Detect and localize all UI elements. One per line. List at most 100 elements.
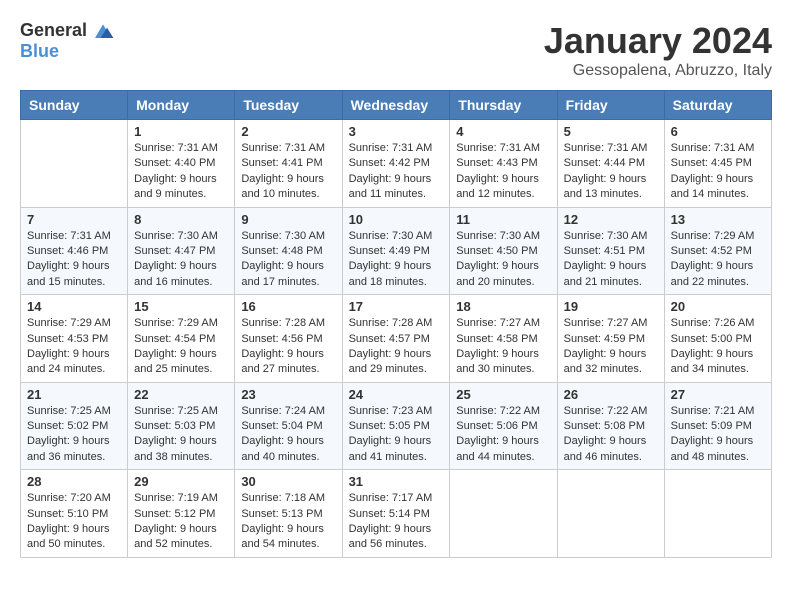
day-number: 28 (27, 474, 121, 489)
day-number: 16 (241, 299, 335, 314)
day-number: 4 (456, 124, 550, 139)
day-info: Sunrise: 7:30 AMSunset: 4:49 PMDaylight:… (349, 229, 444, 291)
day-number: 5 (564, 124, 658, 139)
day-info: Sunrise: 7:31 AMSunset: 4:44 PMDaylight:… (564, 141, 658, 203)
day-info: Sunrise: 7:30 AMSunset: 4:48 PMDaylight:… (241, 229, 335, 291)
calendar-cell-w2-d7: 13 Sunrise: 7:29 AMSunset: 4:52 PMDayligh… (664, 207, 771, 295)
day-info: Sunrise: 7:19 AMSunset: 5:12 PMDaylight:… (134, 491, 228, 553)
day-info: Sunrise: 7:17 AMSunset: 5:14 PMDaylight:… (349, 491, 444, 553)
day-number: 7 (27, 212, 121, 227)
day-info: Sunrise: 7:30 AMSunset: 4:50 PMDaylight:… (456, 229, 550, 291)
day-info: Sunrise: 7:24 AMSunset: 5:04 PMDaylight:… (241, 404, 335, 466)
day-info: Sunrise: 7:25 AMSunset: 5:03 PMDaylight:… (134, 404, 228, 466)
day-number: 19 (564, 299, 658, 314)
calendar-week-2: 7Sunrise: 7:31 AMSunset: 4:46 PMDaylight… (21, 207, 772, 295)
header-wednesday: Wednesday (342, 91, 450, 120)
page-header: General Blue January 2024 Gessopalena, A… (20, 20, 772, 80)
day-number: 18 (456, 299, 550, 314)
calendar-cell-w2-d1: 7Sunrise: 7:31 AMSunset: 4:46 PMDaylight… (21, 207, 128, 295)
title-area: January 2024 Gessopalena, Abruzzo, Italy (544, 20, 772, 80)
header-saturday: Saturday (664, 91, 771, 120)
day-number: 6 (671, 124, 765, 139)
day-info: Sunrise: 7:30 AMSunset: 4:47 PMDaylight:… (134, 229, 228, 291)
day-number: 31 (349, 474, 444, 489)
day-number: 13 (671, 212, 765, 227)
day-info: Sunrise: 7:31 AMSunset: 4:40 PMDaylight:… (134, 141, 228, 203)
day-number: 24 (349, 387, 444, 402)
day-info: Sunrise: 7:21 AMSunset: 5:09 PMDaylight:… (671, 404, 765, 466)
calendar-cell-w1-d4: 3 Sunrise: 7:31 AMSunset: 4:42 PMDaylight… (342, 120, 450, 208)
day-number: 14 (27, 299, 121, 314)
calendar-cell-w2-d2: 8 Sunrise: 7:30 AMSunset: 4:47 PMDaylight… (128, 207, 235, 295)
calendar-cell-w1-d2: 1 Sunrise: 7:31 AMSunset: 4:40 PMDaylight… (128, 120, 235, 208)
calendar-table: Sunday Monday Tuesday Wednesday Thursday… (20, 90, 772, 558)
header-thursday: Thursday (450, 91, 557, 120)
day-number: 21 (27, 387, 121, 402)
day-number: 22 (134, 387, 228, 402)
day-info: Sunrise: 7:30 AMSunset: 4:51 PMDaylight:… (564, 229, 658, 291)
calendar-cell-w1-d5: 4Sunrise: 7:31 AMSunset: 4:43 PMDaylight… (450, 120, 557, 208)
calendar-week-4: 21 Sunrise: 7:25 AMSunset: 5:02 PMDayligh… (21, 382, 772, 470)
day-number: 26 (564, 387, 658, 402)
calendar-cell-w3-d5: 18 Sunrise: 7:27 AMSunset: 4:58 PMDayligh… (450, 295, 557, 383)
day-number: 17 (349, 299, 444, 314)
day-info: Sunrise: 7:27 AMSunset: 4:59 PMDaylight:… (564, 316, 658, 378)
calendar-cell-w5-d4: 31 Sunrise: 7:17 AMSunset: 5:14 PMDayligh… (342, 470, 450, 558)
day-info: Sunrise: 7:26 AMSunset: 5:00 PMDaylight:… (671, 316, 765, 378)
day-info: Sunrise: 7:29 AMSunset: 4:54 PMDaylight:… (134, 316, 228, 378)
day-info: Sunrise: 7:25 AMSunset: 5:02 PMDaylight:… (27, 404, 121, 466)
calendar-cell-w2-d5: 11Sunrise: 7:30 AMSunset: 4:50 PMDayligh… (450, 207, 557, 295)
day-info: Sunrise: 7:31 AMSunset: 4:42 PMDaylight:… (349, 141, 444, 203)
day-number: 8 (134, 212, 228, 227)
day-info: Sunrise: 7:22 AMSunset: 5:06 PMDaylight:… (456, 404, 550, 466)
day-info: Sunrise: 7:31 AMSunset: 4:45 PMDaylight:… (671, 141, 765, 203)
location-subtitle: Gessopalena, Abruzzo, Italy (544, 62, 772, 80)
calendar-cell-w1-d6: 5 Sunrise: 7:31 AMSunset: 4:44 PMDaylight… (557, 120, 664, 208)
day-info: Sunrise: 7:28 AMSunset: 4:57 PMDaylight:… (349, 316, 444, 378)
day-info: Sunrise: 7:23 AMSunset: 5:05 PMDaylight:… (349, 404, 444, 466)
calendar-week-3: 14 Sunrise: 7:29 AMSunset: 4:53 PMDayligh… (21, 295, 772, 383)
calendar-header-row: Sunday Monday Tuesday Wednesday Thursday… (21, 91, 772, 120)
calendar-cell-w5-d6 (557, 470, 664, 558)
day-info: Sunrise: 7:29 AMSunset: 4:53 PMDaylight:… (27, 316, 121, 378)
header-monday: Monday (128, 91, 235, 120)
day-number: 3 (349, 124, 444, 139)
month-title: January 2024 (544, 20, 772, 62)
logo: General Blue (20, 20, 115, 62)
day-number: 27 (671, 387, 765, 402)
calendar-cell-w3-d1: 14 Sunrise: 7:29 AMSunset: 4:53 PMDayligh… (21, 295, 128, 383)
calendar-cell-w3-d3: 16Sunrise: 7:28 AMSunset: 4:56 PMDayligh… (235, 295, 342, 383)
day-info: Sunrise: 7:27 AMSunset: 4:58 PMDaylight:… (456, 316, 550, 378)
calendar-week-5: 28 Sunrise: 7:20 AMSunset: 5:10 PMDayligh… (21, 470, 772, 558)
calendar-cell-w2-d4: 10 Sunrise: 7:30 AMSunset: 4:49 PMDayligh… (342, 207, 450, 295)
day-number: 10 (349, 212, 444, 227)
calendar-cell-w1-d1 (21, 120, 128, 208)
header-tuesday: Tuesday (235, 91, 342, 120)
logo-general: General (20, 21, 87, 41)
day-number: 2 (241, 124, 335, 139)
day-number: 30 (241, 474, 335, 489)
day-number: 20 (671, 299, 765, 314)
day-number: 12 (564, 212, 658, 227)
day-number: 15 (134, 299, 228, 314)
day-number: 9 (241, 212, 335, 227)
logo-text: General Blue (20, 20, 115, 62)
calendar-cell-w5-d2: 29 Sunrise: 7:19 AMSunset: 5:12 PMDayligh… (128, 470, 235, 558)
day-info: Sunrise: 7:22 AMSunset: 5:08 PMDaylight:… (564, 404, 658, 466)
calendar-cell-w3-d6: 19 Sunrise: 7:27 AMSunset: 4:59 PMDayligh… (557, 295, 664, 383)
day-info: Sunrise: 7:29 AMSunset: 4:52 PMDaylight:… (671, 229, 765, 291)
logo-blue: Blue (20, 42, 115, 62)
day-info: Sunrise: 7:20 AMSunset: 5:10 PMDaylight:… (27, 491, 121, 553)
day-number: 1 (134, 124, 228, 139)
day-number: 29 (134, 474, 228, 489)
calendar-cell-w4-d7: 27 Sunrise: 7:21 AMSunset: 5:09 PMDayligh… (664, 382, 771, 470)
calendar-cell-w1-d7: 6 Sunrise: 7:31 AMSunset: 4:45 PMDaylight… (664, 120, 771, 208)
calendar-cell-w5-d3: 30Sunrise: 7:18 AMSunset: 5:13 PMDayligh… (235, 470, 342, 558)
calendar-cell-w5-d1: 28 Sunrise: 7:20 AMSunset: 5:10 PMDayligh… (21, 470, 128, 558)
calendar-cell-w2-d6: 12 Sunrise: 7:30 AMSunset: 4:51 PMDayligh… (557, 207, 664, 295)
calendar-cell-w1-d3: 2 Sunrise: 7:31 AMSunset: 4:41 PMDaylight… (235, 120, 342, 208)
day-number: 23 (241, 387, 335, 402)
calendar-cell-w3-d2: 15 Sunrise: 7:29 AMSunset: 4:54 PMDayligh… (128, 295, 235, 383)
calendar-cell-w3-d4: 17 Sunrise: 7:28 AMSunset: 4:57 PMDayligh… (342, 295, 450, 383)
day-info: Sunrise: 7:31 AMSunset: 4:41 PMDaylight:… (241, 141, 335, 203)
